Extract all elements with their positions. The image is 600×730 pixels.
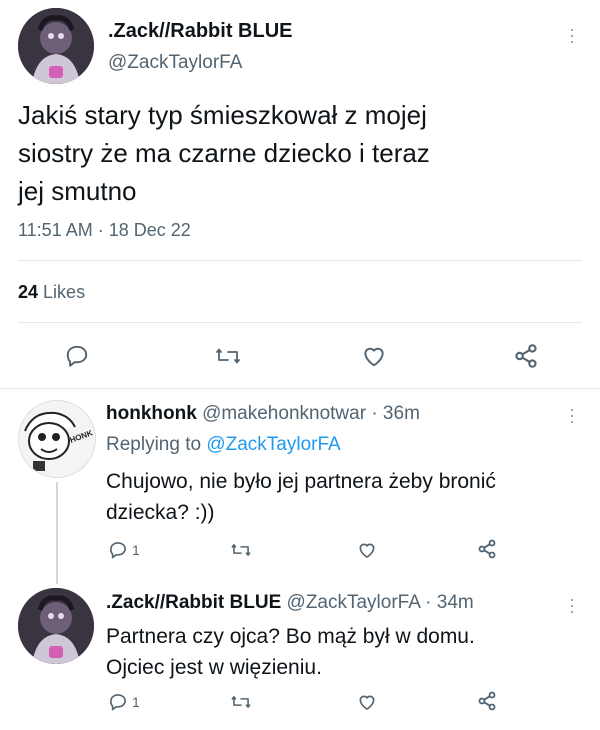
retweet-icon[interactable] (214, 343, 242, 369)
divider (18, 322, 582, 323)
more-icon[interactable]: · · · (568, 400, 576, 430)
reply-author-name[interactable]: honkhonk (106, 403, 197, 424)
like-icon[interactable] (356, 540, 378, 560)
reply-author-handle[interactable]: @makehonknotwar (202, 403, 366, 424)
likes-count: 24 (18, 282, 39, 302)
author-name[interactable]: .Zack//Rabbit BLUE (108, 20, 292, 43)
tweet-text-line: siostry że ma czarne dziecko i teraz (18, 138, 430, 168)
avatar-honkhonk[interactable]: HONK HONK (18, 400, 96, 478)
avatar-zack[interactable] (18, 8, 94, 84)
retweet-icon[interactable] (230, 692, 252, 712)
replying-to-handle[interactable]: @ZackTaylorFA (206, 434, 340, 455)
reply-text: Chujowo, nie było jej partnera żeby bron… (106, 466, 586, 528)
section-divider (0, 388, 600, 389)
retweet-icon[interactable] (230, 540, 252, 560)
reply-text-line: Ojciec jest w więzieniu. (106, 656, 322, 679)
replying-to: Replying to @ZackTaylorFA (106, 434, 341, 456)
reply-time[interactable]: · 36m (371, 403, 420, 424)
reply-count: 1 (132, 694, 140, 710)
reply-text-line: dziecka? :)) (106, 501, 215, 524)
like-icon[interactable] (360, 343, 388, 369)
tweet-text-line: jej smutno (18, 176, 137, 206)
more-icon[interactable]: · · · (568, 20, 576, 50)
reply-icon (108, 540, 128, 560)
reply-icon[interactable] (64, 343, 90, 369)
reply-button[interactable]: 1 (108, 540, 140, 560)
tweet-text: Jakiś stary typ śmieszkował z mojej sios… (18, 96, 588, 210)
likes-label: Likes (43, 282, 86, 302)
share-icon[interactable] (476, 538, 498, 560)
reply-text-line: Partnera czy ojca? Bo mąż był w domu. (106, 625, 475, 648)
divider (18, 260, 582, 261)
avatar-zack[interactable] (18, 588, 94, 664)
reply-time[interactable]: · 34m (425, 592, 474, 613)
reply-header: honkhonk @makehonknotwar · 36m (106, 403, 420, 425)
reply-icon (108, 692, 128, 712)
reply-button[interactable]: 1 (108, 692, 140, 712)
more-icon[interactable]: · · · (568, 590, 576, 620)
reply-text: Partnera czy ojca? Bo mąż był w domu. Oj… (106, 621, 586, 683)
tweet-text-line: Jakiś stary typ śmieszkował z mojej (18, 100, 427, 130)
thread-line (56, 482, 58, 584)
like-icon[interactable] (356, 692, 378, 712)
likes-stat[interactable]: 24 Likes (18, 282, 85, 303)
share-icon[interactable] (512, 342, 540, 370)
tweet-timestamp[interactable]: 11:51 AM · 18 Dec 22 (18, 220, 191, 241)
reply-author-handle[interactable]: @ZackTaylorFA (287, 592, 420, 613)
reply-header: .Zack//Rabbit BLUE @ZackTaylorFA · 34m (106, 592, 474, 614)
author-handle[interactable]: @ZackTaylorFA (108, 52, 242, 74)
reply-count: 1 (132, 542, 140, 558)
reply-author-name[interactable]: .Zack//Rabbit BLUE (106, 592, 281, 613)
share-icon[interactable] (476, 690, 498, 712)
reply-text-line: Chujowo, nie było jej partnera żeby bron… (106, 470, 496, 493)
replying-prefix: Replying to (106, 434, 202, 455)
